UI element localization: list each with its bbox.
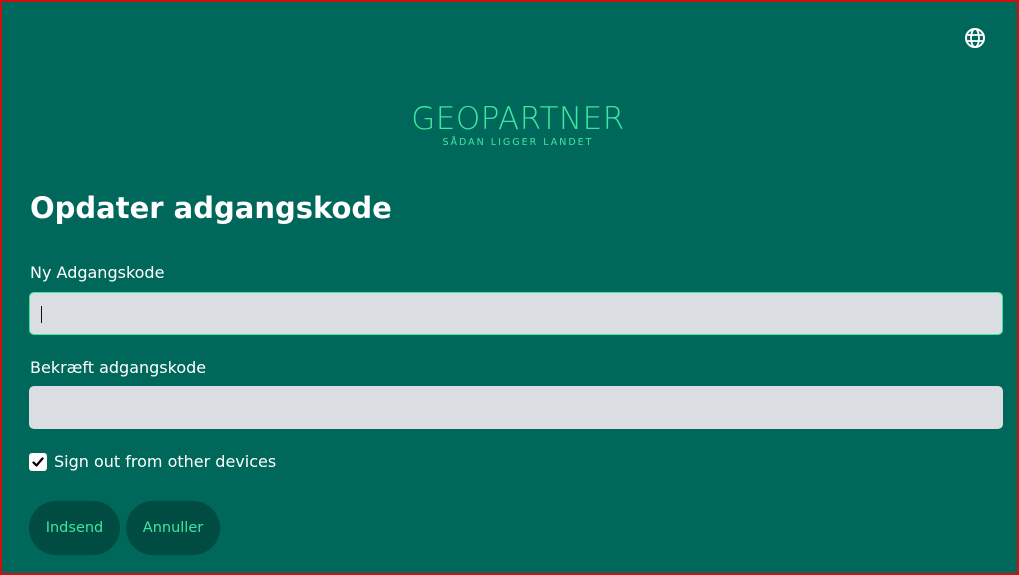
logo-wordmark: GEOPARTNER <box>411 101 625 137</box>
sign-out-label: Sign out from other devices <box>54 452 277 471</box>
confirm-password-label: Bekræft adgangskode <box>30 358 207 377</box>
geopartner-logo: GEOPARTNER SÅDAN LIGGER LANDET <box>398 102 638 149</box>
language-selector[interactable] <box>963 26 987 50</box>
cancel-button[interactable]: Annuller <box>126 501 220 555</box>
checkmark-icon <box>32 457 44 467</box>
globe-icon <box>965 28 985 48</box>
submit-button[interactable]: Indsend <box>29 501 120 555</box>
confirm-password-input[interactable] <box>29 386 1003 429</box>
new-password-label: Ny Adgangskode <box>30 263 165 282</box>
text-caret <box>41 306 42 323</box>
login-page: GEOPARTNER SÅDAN LIGGER LANDET Opdater a… <box>0 0 1019 575</box>
sign-out-checkbox[interactable] <box>29 453 47 471</box>
sign-out-other-devices[interactable]: Sign out from other devices <box>29 452 276 472</box>
logo-tagline: SÅDAN LIGGER LANDET <box>442 137 594 148</box>
page-title: Opdater adgangskode <box>30 191 392 225</box>
new-password-input[interactable] <box>29 292 1003 335</box>
